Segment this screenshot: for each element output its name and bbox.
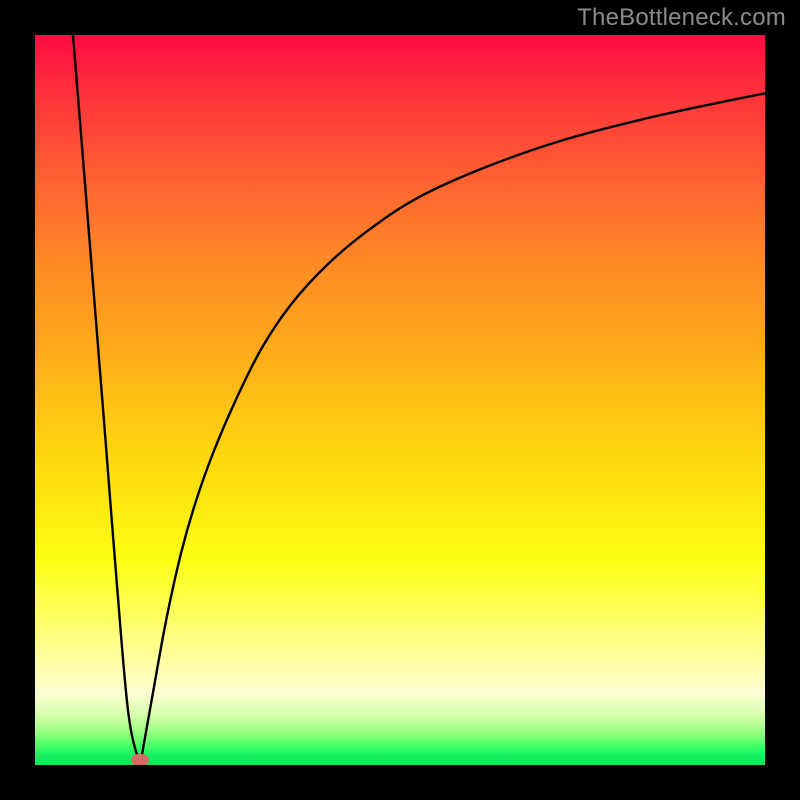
plot-area (35, 35, 765, 765)
curves-svg (35, 35, 765, 765)
curve-right-branch (140, 93, 765, 765)
curve-left-branch (73, 35, 140, 765)
vertex-marker (131, 754, 149, 765)
chart-frame: TheBottleneck.com (0, 0, 800, 800)
watermark-text: TheBottleneck.com (577, 4, 786, 32)
